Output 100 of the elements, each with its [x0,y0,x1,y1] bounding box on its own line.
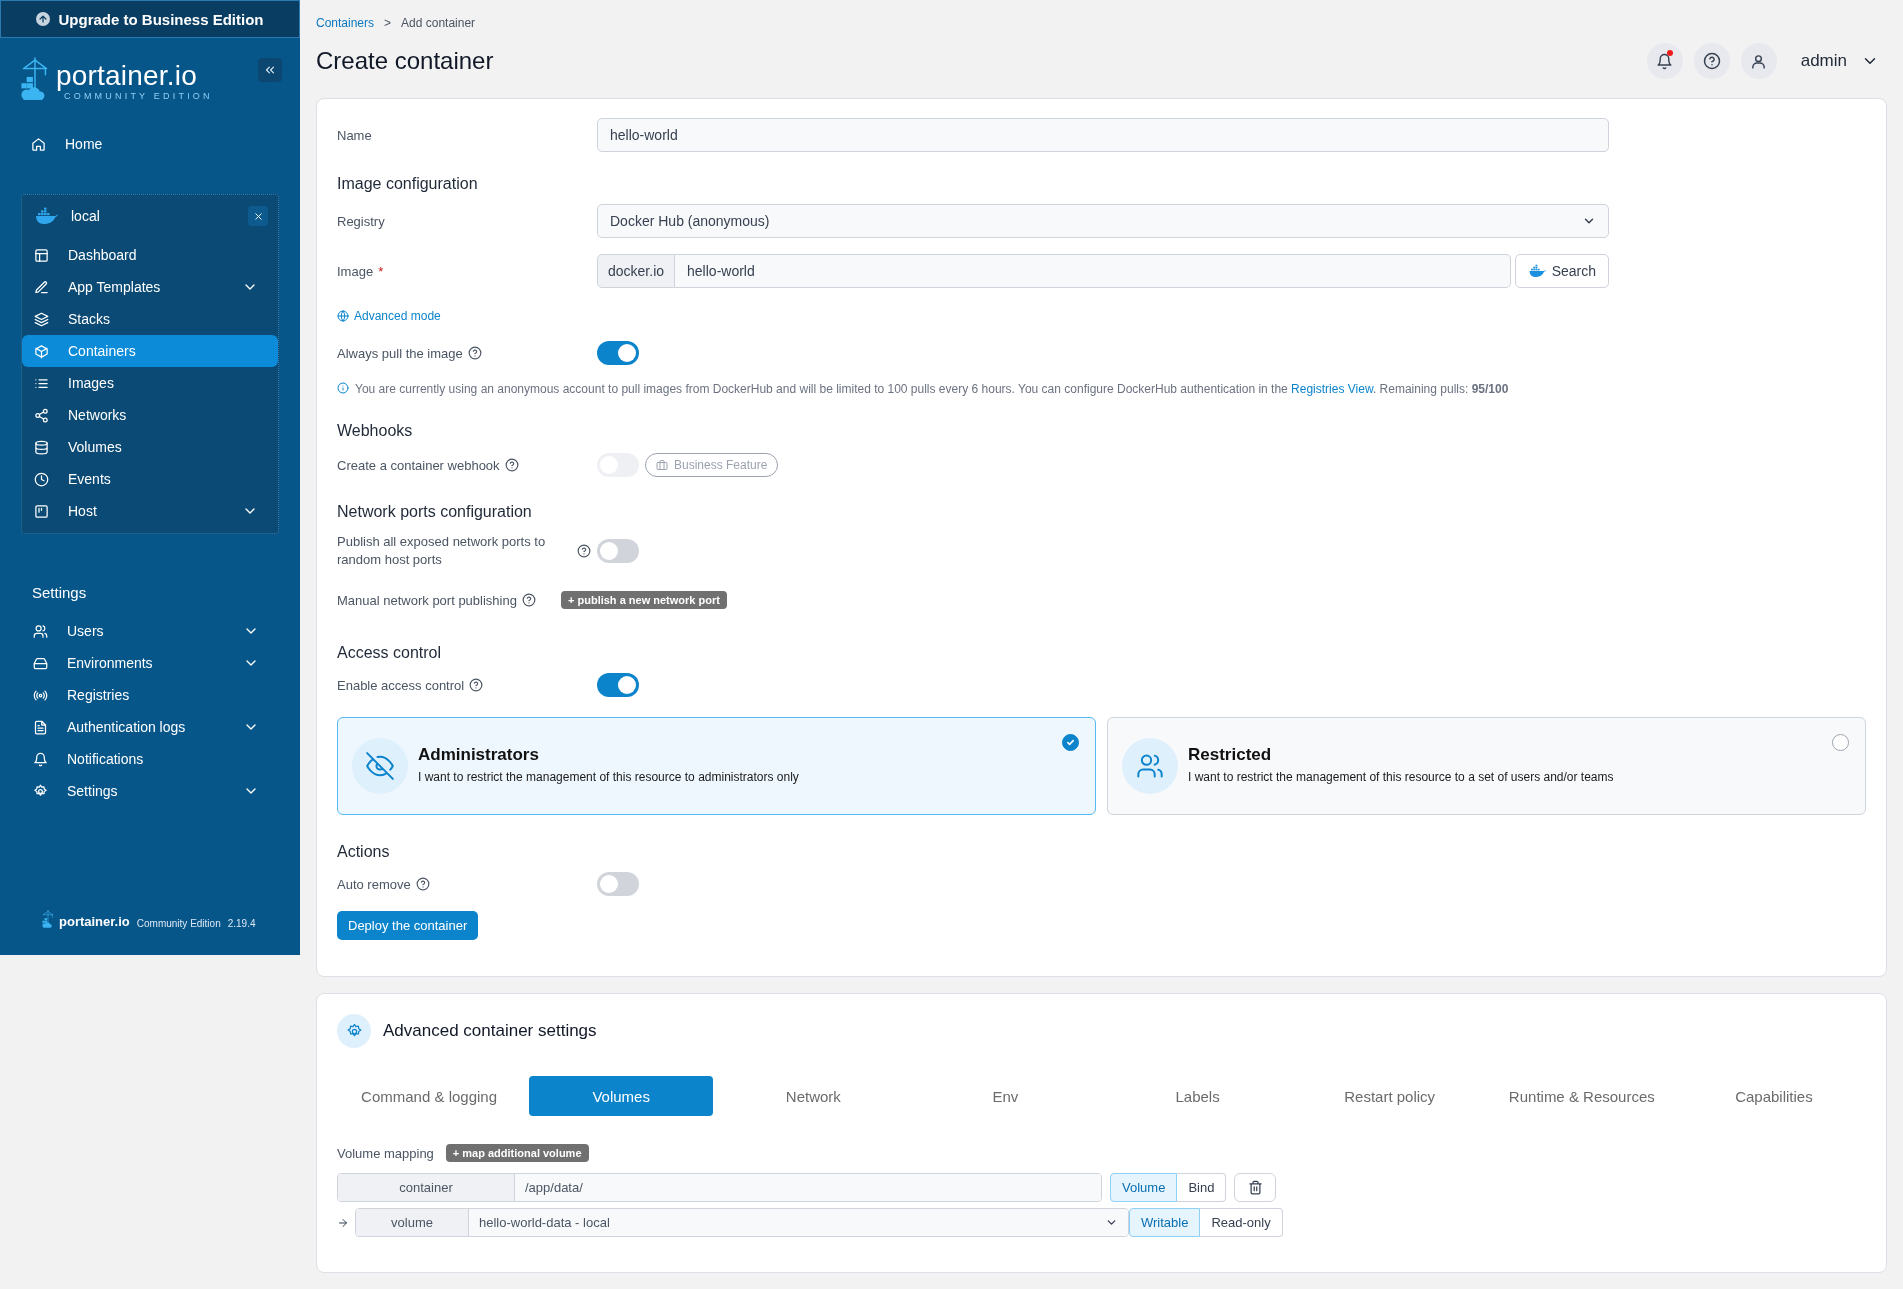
users-icon [1136,752,1164,780]
business-feature-badge: Business Feature [645,453,779,477]
info-icon [337,382,349,394]
breadcrumb-link[interactable]: Containers [316,16,375,30]
help-icon [504,458,519,472]
pencil-icon [34,279,49,295]
settings-tab[interactable]: Restart policy [1297,1076,1482,1116]
briefcase-icon [656,459,668,471]
segment-button[interactable]: Volume [1110,1173,1178,1202]
nav-item[interactable]: Registries [21,679,279,711]
server-icon [34,503,49,519]
radio-button[interactable] [1062,734,1079,751]
segment-button[interactable]: Writable [1129,1208,1201,1237]
help-icon [521,593,536,607]
help-icon [1702,52,1721,70]
share-nodes-icon [34,407,49,423]
environment-name: local [71,208,101,224]
breadcrumb-separator: > [384,16,392,30]
help-icon [577,544,591,558]
toggle-switch[interactable] [597,872,639,896]
nav-item[interactable]: Events [22,463,278,495]
access-option-card[interactable]: Restricted I want to restrict the management of this resource to a set of users and/or teams [1107,717,1866,815]
nav-item[interactable]: Stacks [22,303,278,335]
nav-item[interactable]: Images [22,367,278,399]
nav-item[interactable]: Networks [22,399,278,431]
globe-icon [337,310,349,322]
nav-item[interactable]: Authentication logs [21,711,279,743]
delete-button[interactable] [1234,1173,1277,1202]
settings-icon [33,783,48,799]
help-icon [415,877,430,891]
toggle-switch[interactable] [597,341,639,365]
user-menu[interactable]: admin [1800,51,1847,71]
arrow-right-icon [337,1216,349,1229]
nav-item[interactable]: Containers [22,335,278,367]
upgrade-banner-text[interactable]: Upgrade to Business Edition [58,10,264,28]
nav-item[interactable]: Users [21,615,279,647]
nav-item[interactable]: Dashboard [22,239,278,271]
segment-button[interactable]: Bind [1177,1173,1227,1202]
cube-icon [34,343,49,359]
nav-item[interactable]: Environments [21,647,279,679]
user-icon [1750,52,1768,70]
nav-item[interactable]: Notifications [21,743,279,775]
field-label: Auto remove [337,876,411,892]
help-button[interactable] [1693,43,1730,79]
nav-item[interactable]: Home [21,128,279,160]
footer-edition: Community Edition [136,918,221,929]
settings-tab[interactable]: Env [913,1076,1098,1116]
deploy-button[interactable]: Deploy the container [337,911,479,940]
footer-logo-name: portainer.io [59,914,130,929]
advanced-mode-link[interactable]: Advanced mode [337,309,1866,323]
section-heading: Access control [337,644,443,662]
radio-button[interactable] [1832,734,1849,751]
search-button[interactable]: Search [1514,254,1609,288]
registry-select[interactable]: Docker Hub (anonymous) [597,204,1609,238]
field-label: Registry [337,213,386,229]
settings-tab[interactable]: Command & logging [337,1076,522,1116]
option-description: I want to restrict the management of this resource to administrators only [418,769,799,784]
segment-button[interactable]: Read-only [1200,1208,1283,1237]
layers-icon [34,311,49,327]
section-heading: Webhooks [337,422,414,440]
upgrade-banner[interactable]: Upgrade to Business Edition [0,0,300,38]
settings-tab[interactable]: Labels [1105,1076,1290,1116]
option-description: I want to restrict the management of this resource to a set of users and/or teams [1188,769,1614,784]
settings-heading: Settings [32,584,88,601]
name-field[interactable]: hello-world [597,118,1609,152]
settings-tab[interactable]: Runtime & Resources [1489,1076,1674,1116]
publish-port-button[interactable]: + publish a new network port [561,591,727,609]
database-icon [34,439,49,455]
image-field[interactable]: hello-world [675,254,1511,288]
trash-icon [1247,1180,1263,1195]
nav-item[interactable]: Host [22,495,278,527]
version-text: 2.19.4 [227,918,256,929]
toggle-switch[interactable] [597,673,639,697]
settings-tab[interactable]: Capabilities [1681,1076,1866,1116]
option-title: Administrators [418,744,540,765]
eye-slash-icon [366,752,394,780]
field-label: Name [337,127,373,143]
breadcrumb-current: Add container [401,16,476,30]
notifications-button[interactable] [1646,43,1683,79]
collapse-sidebar-button[interactable] [258,58,282,82]
toggle-switch[interactable] [597,539,639,563]
info-text: You are currently using an anonymous account to pull images from DockerHub and will be limited to 100 pulls every 6 hours. You can configure DockerHub authentication in the Registries View. Remaining pulls: 95/100 [355,382,1509,396]
card-title: Advanced container settings [383,1021,597,1041]
nav-item[interactable]: Volumes [22,431,278,463]
field-label: Always pull the image [337,345,463,361]
user-avatar-button[interactable] [1740,43,1777,79]
section-heading: Network ports configuration [337,503,533,521]
check-icon [1065,737,1076,748]
access-option-card[interactable]: Administrators I want to restrict the management of this resource to administrators only [337,717,1096,815]
nav-item[interactable]: App Templates [22,271,278,303]
settings-tab[interactable]: Network [721,1076,906,1116]
nav-item[interactable]: Settings [21,775,279,807]
home-icon [31,136,46,152]
arrow-up-circle-icon [36,12,51,26]
registries-view-link[interactable]: Registries View [1291,382,1373,396]
logo-name: portainer.io [56,62,198,90]
map-volume-button[interactable]: + map additional volume [445,1144,589,1162]
field-label: Enable access control [337,677,465,693]
close-environment-button[interactable] [248,206,268,226]
settings-tab[interactable]: Volumes [529,1076,714,1116]
